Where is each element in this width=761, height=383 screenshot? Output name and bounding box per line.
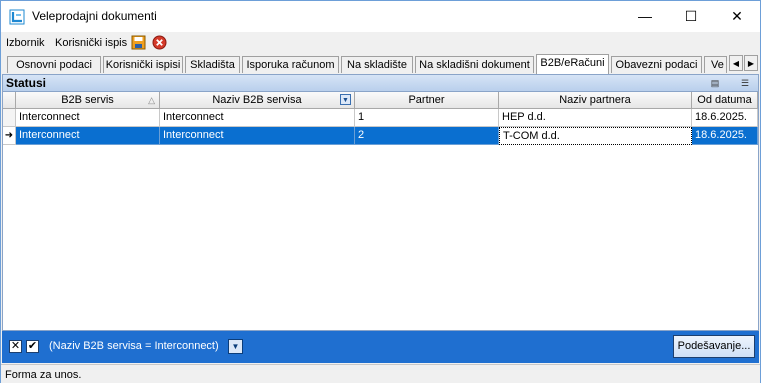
panel-header: Statusi ▤ ☰ — [3, 75, 758, 92]
tab-na-skladiste[interactable]: Na skladište — [341, 56, 413, 73]
tab-b2b-eracuni[interactable]: B2B/eRačuni — [536, 54, 609, 74]
header-partner[interactable]: Partner — [355, 92, 499, 109]
close-button[interactable]: ✕ — [714, 1, 760, 32]
cell-partner[interactable]: 2 — [355, 127, 499, 145]
cell-naziv-partnera[interactable]: T-COM d.d. — [499, 127, 692, 145]
app-icon — [9, 9, 25, 25]
header-naziv-b2b-servisa-label: Naziv B2B servisa — [212, 94, 302, 106]
maximize-button[interactable]: ☐ — [668, 1, 714, 32]
table-row-selected[interactable]: ➜ Interconnect Interconnect 2 T-COM d.d.… — [3, 127, 758, 145]
menu-izbornik[interactable]: Izbornik — [6, 37, 45, 49]
title-bar: Veleprodajni dokumenti — ☐ ✕ — [1, 1, 760, 32]
header-naziv-partnera[interactable]: Naziv partnera — [499, 92, 692, 109]
header-naziv-b2b-servisa[interactable]: Naziv B2B servisa ▼ — [160, 92, 355, 109]
cell-od-datuma[interactable]: 18.6.2025. — [692, 127, 758, 145]
header-b2b-servis-label: B2B servis — [61, 94, 114, 106]
row-indicator — [3, 109, 16, 127]
main-window: Veleprodajni dokumenti — ☐ ✕ Izbornik Ko… — [0, 0, 761, 383]
statusi-panel: Statusi ▤ ☰ B2B servis △ Naziv B2B servi… — [2, 74, 759, 331]
tab-strip: Osnovni podaci Korisnički ispisi Skladiš… — [1, 54, 760, 74]
clear-filter-icon[interactable]: ✕ — [9, 340, 22, 353]
sort-ascending-icon: △ — [148, 95, 155, 105]
tab-obavezni-podaci[interactable]: Obavezni podaci — [611, 56, 702, 73]
menu-bar: Izbornik Korisnički ispis — [1, 32, 760, 54]
cell-b2b-servis[interactable]: Interconnect — [16, 109, 160, 127]
filter-icon[interactable]: ▼ — [340, 94, 351, 105]
panel-title: Statusi — [6, 76, 47, 90]
cell-naziv-partnera[interactable]: HEP d.d. — [499, 109, 692, 127]
tab-ve[interactable]: Ve — [704, 56, 727, 73]
cell-od-datuma[interactable]: 18.6.2025. — [692, 109, 758, 127]
tab-skladista[interactable]: Skladišta — [185, 56, 240, 73]
menu-korisnicki-ispis[interactable]: Korisnički ispis — [55, 37, 127, 49]
column-chooser-icon[interactable]: ▤ — [709, 77, 721, 89]
settings-button[interactable]: Podešavanje... — [673, 335, 755, 358]
filter-expression[interactable]: (Naziv B2B servisa = Interconnect) — [49, 340, 219, 352]
header-od-datuma[interactable]: Od datuma — [692, 92, 758, 109]
save-icon[interactable] — [131, 35, 146, 50]
cell-naziv-b2b-servisa[interactable]: Interconnect — [160, 109, 355, 127]
tab-na-skladisni-dokument[interactable]: Na skladišni dokument — [415, 56, 534, 73]
current-row-arrow-icon: ➜ — [3, 127, 16, 145]
minimize-button[interactable]: — — [622, 1, 668, 32]
tab-scroll-left-icon[interactable]: ◀ — [729, 55, 743, 71]
enable-filter-checkbox[interactable]: ✔ — [26, 340, 39, 353]
tab-scroll-right-icon[interactable]: ▶ — [744, 55, 758, 71]
tab-korisnicki-ispisi[interactable]: Korisnički ispisi — [103, 56, 183, 73]
status-text: Forma za unos. — [5, 369, 82, 381]
delete-icon[interactable] — [152, 35, 167, 50]
list-view-icon[interactable]: ☰ — [739, 77, 751, 89]
grid-header: B2B servis △ Naziv B2B servisa ▼ Partner… — [3, 92, 758, 109]
status-bar: Forma za unos. — [1, 364, 760, 383]
tab-isporuka-racunom[interactable]: Isporuka računom — [242, 56, 339, 73]
filter-bar: ✕ ✔ (Naziv B2B servisa = Interconnect) ▼… — [2, 331, 759, 363]
cell-b2b-servis[interactable]: Interconnect — [16, 127, 160, 145]
filter-dropdown-icon[interactable]: ▼ — [228, 339, 243, 354]
window-title: Veleprodajni dokumenti — [32, 9, 157, 23]
tab-osnovni-podaci[interactable]: Osnovni podaci — [7, 56, 101, 73]
cell-naziv-b2b-servisa[interactable]: Interconnect — [160, 127, 355, 145]
header-b2b-servis[interactable]: B2B servis △ — [16, 92, 160, 109]
table-row[interactable]: Interconnect Interconnect 1 HEP d.d. 18.… — [3, 109, 758, 127]
header-indicator — [3, 92, 16, 109]
cell-partner[interactable]: 1 — [355, 109, 499, 127]
